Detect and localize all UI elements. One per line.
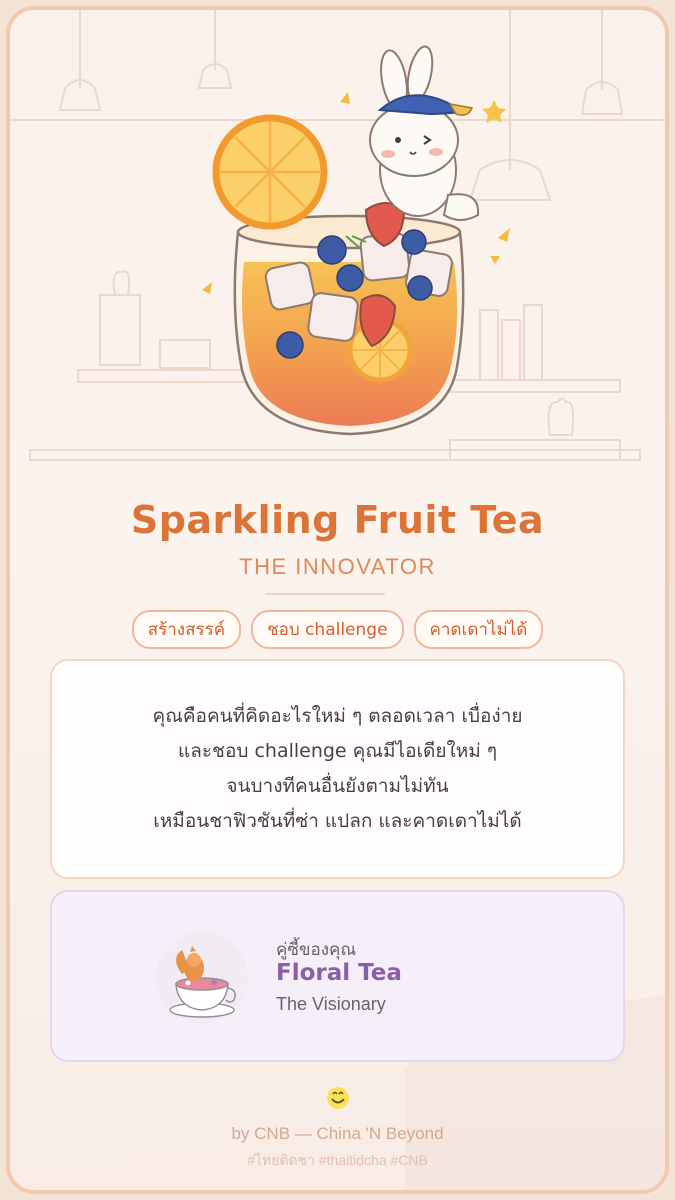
- match-persona: The Visionary: [276, 994, 386, 1014]
- description-card: คุณคือคนที่คิดอะไรใหม่ ๆ ตลอดเวลา เบื่อง…: [50, 659, 625, 879]
- divider: [265, 593, 385, 595]
- match-label: คู่ซี้ของคุณ: [276, 940, 357, 960]
- smiley-logo-icon: [327, 1087, 349, 1109]
- floral-tea-cup-icon: [156, 932, 248, 1024]
- result-card: Sparkling Fruit Tea THE INNOVATOR สร้างส…: [6, 6, 669, 1194]
- footer-hashtags: #ไทยติดชา #thaitidcha #CNB: [247, 1152, 428, 1168]
- match-drink-name: Floral Tea: [276, 960, 402, 986]
- match-card: คู่ซี้ของคุณ Floral Tea The Visionary: [50, 890, 625, 1062]
- hero-illustration: [202, 45, 510, 436]
- description-line: และชอบ challenge คุณมีไอเดียใหม่ ๆ: [177, 740, 498, 762]
- description-line: คุณคือคนที่คิดอะไรใหม่ ๆ ตลอดเวลา เบื่อง…: [152, 705, 523, 727]
- persona-subtitle: THE INNOVATOR: [239, 554, 436, 579]
- drink-title: Sparkling Fruit Tea: [130, 498, 545, 542]
- description-line: จนบางทีคนอื่นยังตามไม่ทัน: [226, 775, 449, 797]
- trait-tag: คาดเดาไม่ได้: [413, 610, 544, 649]
- trait-tag: สร้างสรรค์: [131, 610, 242, 649]
- description-line: เหมือนชาฟิวชันที่ซ่า แปลก และคาดเดาไม่ได…: [153, 810, 522, 832]
- trait-tag: ชอบ challenge: [251, 610, 404, 649]
- footer-byline: by CNB — China 'N Beyond: [231, 1124, 444, 1143]
- trait-tags: สร้างสรรค์ ชอบ challenge คาดเดาไม่ได้: [10, 610, 665, 649]
